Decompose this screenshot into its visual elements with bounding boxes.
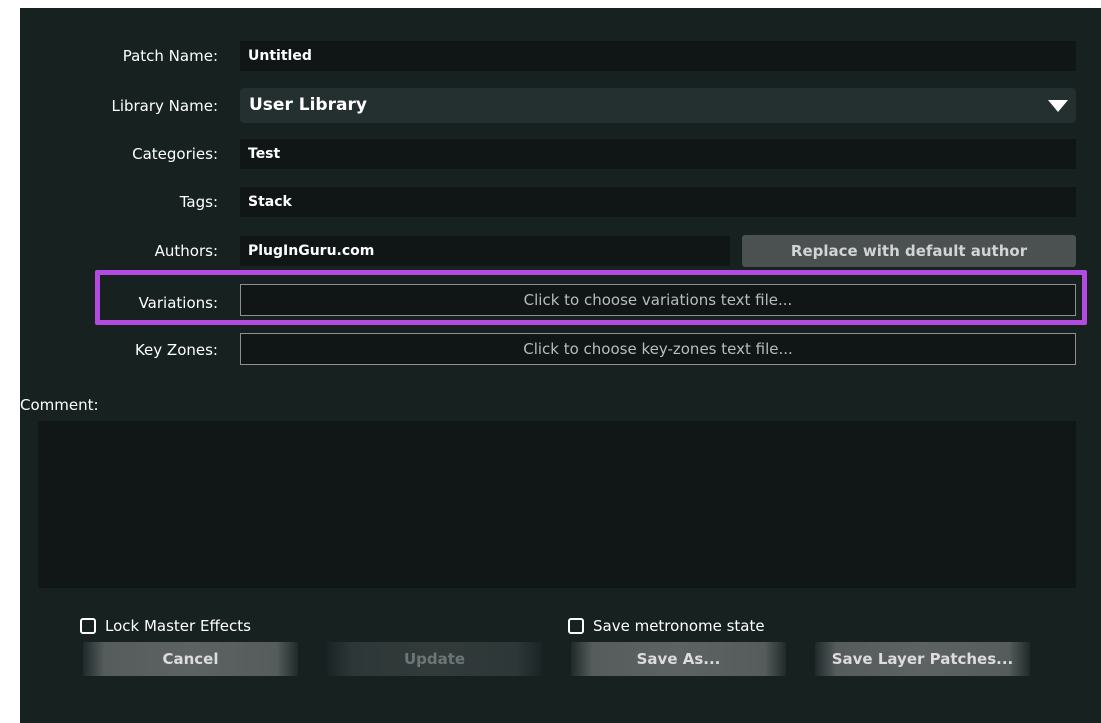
checkbox-icon[interactable]: [80, 618, 96, 634]
patch-save-dialog: Patch Name: Untitled Library Name: User …: [20, 8, 1101, 723]
authors-label: Authors:: [154, 242, 218, 260]
update-button[interactable]: Update: [327, 642, 542, 676]
authors-field[interactable]: PlugInGuru.com: [240, 236, 730, 266]
library-name-dropdown[interactable]: User Library: [240, 88, 1076, 123]
lock-master-effects-checkbox[interactable]: Lock Master Effects: [80, 617, 251, 635]
lock-master-effects-label: Lock Master Effects: [105, 617, 251, 635]
variations-label: Variations:: [138, 294, 218, 312]
categories-label: Categories:: [132, 145, 218, 163]
save-layer-patches-button[interactable]: Save Layer Patches...: [815, 642, 1030, 676]
library-name-label: Library Name:: [111, 97, 218, 115]
categories-field[interactable]: Test: [240, 139, 1076, 169]
save-metronome-state-checkbox[interactable]: Save metronome state: [568, 617, 765, 635]
variations-file-button[interactable]: Click to choose variations text file...: [240, 284, 1076, 316]
comment-textarea[interactable]: [38, 421, 1076, 588]
chevron-down-icon[interactable]: [1048, 100, 1068, 112]
replace-default-author-button[interactable]: Replace with default author: [742, 235, 1076, 267]
key-zones-file-button[interactable]: Click to choose key-zones text file...: [240, 333, 1076, 365]
checkbox-icon[interactable]: [568, 618, 584, 634]
comment-label: Comment:: [20, 396, 99, 414]
tags-field[interactable]: Stack: [240, 187, 1076, 217]
patch-name-label: Patch Name:: [122, 47, 218, 65]
cancel-button[interactable]: Cancel: [83, 642, 298, 676]
tags-label: Tags:: [179, 193, 218, 211]
patch-name-field[interactable]: Untitled: [240, 41, 1076, 71]
save-as-button[interactable]: Save As...: [571, 642, 786, 676]
save-metronome-state-label: Save metronome state: [593, 617, 765, 635]
key-zones-label: Key Zones:: [134, 341, 218, 359]
library-name-value: User Library: [249, 95, 367, 115]
